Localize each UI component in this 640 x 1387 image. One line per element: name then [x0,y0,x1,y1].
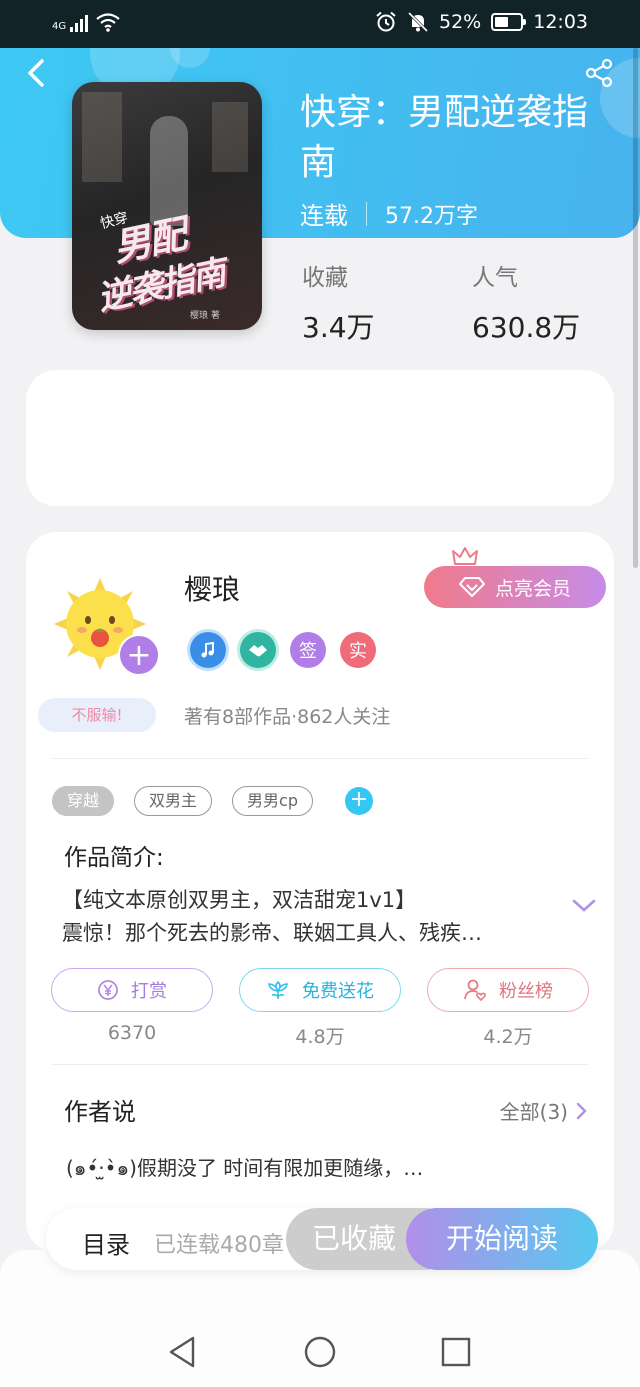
stat-value: 630.8万 [472,311,581,344]
table-of-contents-button[interactable]: 目录 [82,1225,130,1260]
flower-icon [268,980,288,999]
battery-icon [491,13,527,31]
tag-item[interactable]: 男男cp [232,786,313,816]
tip-label: 打赏 [131,981,167,1002]
nav-back-icon[interactable] [163,1332,203,1372]
mute-bell-icon [407,11,429,33]
signed-badge-icon[interactable]: 签 [290,632,326,668]
fan-rank-button[interactable]: 粉丝榜 [427,968,589,1012]
network-type: 4G [52,21,67,32]
tag-list: 穿越 双男主 男男cp + [52,786,373,816]
tag-item[interactable]: 穿越 [52,786,115,816]
stat-label: 收藏 [302,265,348,291]
author-says-all-link[interactable]: 全部(3) [500,1096,588,1125]
stat-popularity: 人气 630.8万 [472,258,580,346]
serial-status: 连载 [300,202,348,230]
tip-count: 6370 [107,1022,157,1044]
handshake-medal-icon[interactable] [240,632,276,668]
flower-count: 4.8万 [295,1026,345,1048]
cover-window [212,102,248,172]
chapter-status[interactable]: 已连载480章 [154,1227,294,1259]
crown-icon [452,547,478,565]
book-cover[interactable]: 快穿 男配 逆袭指南 樱琅 著 [72,82,262,330]
vip-membership-button[interactable]: 点亮会员 [424,566,606,608]
book-meta: 连载 57.2万字 [300,196,478,231]
nav-recents-icon[interactable] [436,1332,476,1372]
status-left: 4G [52,12,120,32]
nav-home-icon[interactable] [300,1332,340,1372]
start-reading-button[interactable]: 开始阅读 [406,1208,598,1270]
intro-line: 震惊！那个死去的影帝、联姻工具人、残疾… [62,921,482,945]
yen-coin-icon [98,980,118,1000]
cover-window [82,92,122,182]
signal-icon [70,14,89,32]
author-says-preview[interactable]: (๑•́‧̫•̀๑)假期没了 时间有限加更随缘，… [66,1152,423,1184]
status-bar: 4G 52% 12:03 [0,0,640,48]
clock: 12:03 [533,11,588,33]
music-medal-icon[interactable] [190,632,226,668]
back-button[interactable] [22,58,52,88]
verified-badge-icon[interactable]: 实 [340,632,376,668]
wifi-icon [96,13,120,32]
add-tag-button[interactable]: + [345,787,373,815]
follow-author-button[interactable]: + [118,634,160,676]
send-flower-label: 免费送花 [302,981,374,1002]
battery-percent: 52% [439,11,482,33]
expand-chevron-down-icon[interactable] [570,896,598,914]
chevron-right-icon [576,1102,587,1119]
blank-card [26,370,614,506]
battery-fill [495,17,508,27]
author-says-all-label: 全部(3) [499,1100,568,1124]
word-count: 57.2万字 [385,203,478,229]
send-flower-button[interactable]: 免费送花 [239,968,401,1012]
author-bubble-tag: 不服输! [38,698,156,732]
divider [52,758,588,759]
vip-label: 点亮会员 [494,577,571,600]
author-says-title: 作者说 [64,1098,136,1126]
divider [52,1064,588,1065]
tag-item[interactable]: 双男主 [134,786,213,816]
author-name[interactable]: 樱琅 [184,568,240,608]
tip-button[interactable]: 打赏 [51,968,213,1012]
stat-collect: 收藏 3.4万 [302,258,375,346]
book-title: 快穿：男配逆袭指南 [300,92,589,183]
author-stats: 著有8部作品·862人关注 [184,706,391,728]
intro-title: 作品简介: [64,845,164,871]
stat-value: 3.4万 [302,311,375,344]
diamond-icon [458,577,485,597]
scrollbar[interactable] [633,48,638,568]
fan-rank-label: 粉丝榜 [499,981,553,1002]
stat-label: 人气 [472,265,518,291]
cover-author: 樱琅 著 [190,311,220,321]
alarm-icon [376,11,396,32]
author-badges: 签 实 [190,632,376,668]
intro-line: 【纯文本原创双男主，双洁甜宠1v1】 [62,888,417,912]
fan-count: 4.2万 [483,1026,533,1048]
share-button[interactable] [584,58,614,88]
intro-text[interactable]: 【纯文本原创双男主，双洁甜宠1v1】 震惊！那个死去的影帝、联姻工具人、残疾… [62,884,562,950]
meta-divider [366,201,367,226]
person-heart-icon [464,979,486,1002]
status-right: 52% 12:03 [375,11,588,33]
